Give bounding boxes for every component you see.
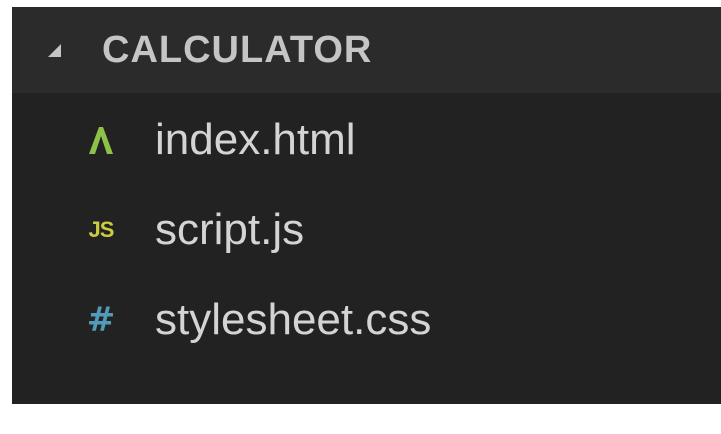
css-hash-icon: #	[79, 298, 123, 342]
file-item-script-js[interactable]: JS script.js	[12, 188, 721, 274]
javascript-icon: JS	[79, 208, 123, 252]
file-item-stylesheet-css[interactable]: # stylesheet.css	[12, 278, 721, 364]
folder-name: CALCULATOR	[102, 29, 373, 71]
javascript-icon-text: JS	[88, 217, 115, 242]
file-name: index.html	[155, 115, 356, 164]
css-hash-icon-text: #	[86, 300, 116, 340]
folder-section-header[interactable]: CALCULATOR	[12, 7, 721, 93]
file-item-index-html[interactable]: index.html	[12, 98, 721, 184]
file-name: script.js	[155, 205, 305, 254]
file-name: stylesheet.css	[155, 295, 432, 344]
collapse-arrow-icon[interactable]	[48, 44, 61, 57]
file-explorer-panel: CALCULATOR index.html JS script.js # sty…	[12, 7, 721, 404]
html5-icon	[79, 118, 123, 162]
